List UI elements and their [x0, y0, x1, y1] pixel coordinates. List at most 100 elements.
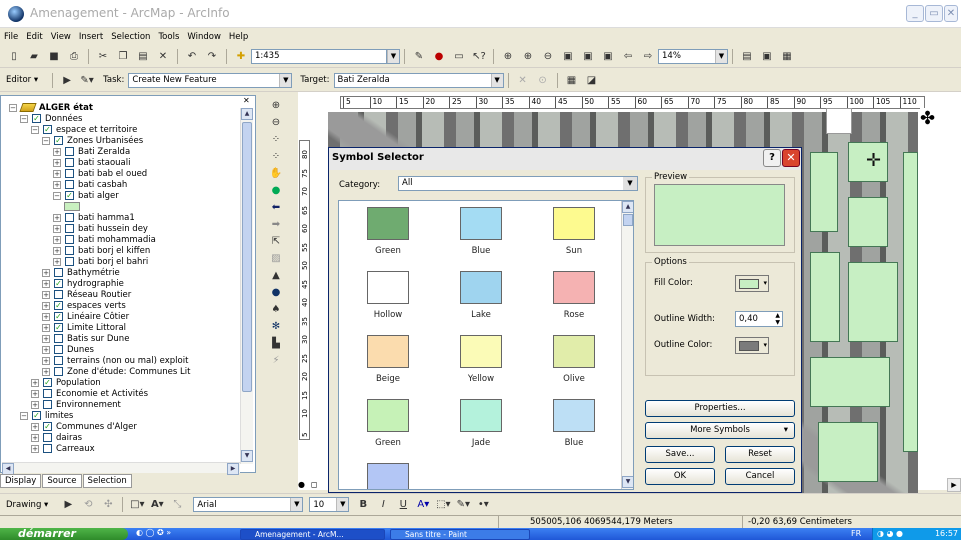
collapse-icon[interactable]: −	[20, 411, 28, 420]
layer-checkbox[interactable]	[43, 389, 52, 398]
symbol-item[interactable]: Jade	[436, 399, 526, 448]
symbol-item[interactable]	[343, 463, 433, 489]
print-icon[interactable]: ⎙	[66, 49, 82, 64]
symbol-scroll-up[interactable]: ▲	[622, 201, 633, 213]
menu-help[interactable]: Help	[229, 32, 248, 42]
language-indicator[interactable]: FR	[851, 528, 861, 540]
add-data-icon[interactable]: ✚	[233, 49, 249, 64]
toc-layer[interactable]: − ALGER état	[9, 102, 93, 113]
layer-checkbox[interactable]: ✓	[54, 301, 63, 310]
menu-edit[interactable]: Edit	[26, 32, 42, 42]
start-button[interactable]: démarrer	[0, 528, 128, 540]
expand-icon[interactable]: +	[53, 224, 61, 233]
collapse-icon[interactable]: −	[20, 114, 28, 123]
layer-checkbox[interactable]	[65, 147, 74, 156]
font-color-icon[interactable]: A▾	[415, 497, 431, 512]
command-line-icon[interactable]: ▭	[451, 49, 467, 64]
expand-icon[interactable]: +	[31, 433, 39, 442]
fill-color-button[interactable]: ▾	[735, 275, 769, 292]
bold-icon[interactable]: B	[355, 497, 371, 512]
tray-icons[interactable]: ◑ ◕ ●	[877, 529, 903, 538]
menu-window[interactable]: Window	[187, 32, 221, 42]
layer-checkbox[interactable]	[65, 224, 74, 233]
toc-layer[interactable]: − ✓ limites	[20, 410, 73, 421]
expand-icon[interactable]: +	[53, 180, 61, 189]
zoom-whole-page-icon[interactable]: ⊕	[500, 49, 516, 64]
map-scroll-right[interactable]: ▶	[947, 478, 961, 492]
expand-icon[interactable]: +	[42, 268, 50, 277]
toc-layer[interactable]: + bati mohammadia	[53, 234, 156, 245]
layer-checkbox[interactable]: ✓	[32, 114, 41, 123]
fixed-zoom-in-icon[interactable]: ▣	[580, 49, 596, 64]
fixed-zoom-out-icon[interactable]: ▣	[600, 49, 616, 64]
toc-layer[interactable]: + ✓ Population	[31, 377, 101, 388]
layer-checkbox[interactable]	[65, 158, 74, 167]
font-size-combo[interactable]: 10 ▼	[309, 497, 350, 512]
edit-tool-icon[interactable]: ▶	[59, 73, 75, 88]
font-combo[interactable]: Arial ▼	[193, 497, 304, 512]
collapse-icon[interactable]: −	[31, 125, 39, 134]
toc-layer[interactable]: + ✓ espaces verts	[42, 300, 126, 311]
expand-icon[interactable]: +	[42, 279, 50, 288]
symbol-item[interactable]: Beige	[343, 335, 433, 384]
minimize-button[interactable]: _	[906, 5, 924, 22]
save-button[interactable]: Save...	[645, 446, 715, 463]
back-extent-icon[interactable]: ⇦	[620, 49, 636, 64]
select-features-icon[interactable]: ⇱	[268, 234, 284, 249]
task-combo[interactable]: Create New Feature ▼	[128, 72, 293, 88]
help-icon[interactable]: ?	[763, 149, 781, 167]
edit-vertices-icon[interactable]: ⤡	[169, 497, 185, 512]
toc-layer[interactable]: + bati casbah	[53, 179, 127, 190]
layer-checkbox[interactable]: ✓	[65, 191, 74, 200]
toc-layer[interactable]: + Réseau Routier	[42, 289, 131, 300]
expand-icon[interactable]: +	[42, 334, 50, 343]
full-extent-globe-icon[interactable]: ●	[268, 183, 284, 198]
toc-close-icon[interactable]: ✕	[243, 96, 250, 105]
cancel-button[interactable]: Cancel	[725, 468, 795, 485]
expand-icon[interactable]: +	[53, 257, 61, 266]
toc-layer[interactable]: + Dunes	[42, 344, 94, 355]
toc-scroll-down[interactable]: ▼	[241, 450, 253, 462]
zoom-in-fixed-icon[interactable]: ⊕	[520, 49, 536, 64]
toc-layer[interactable]: + bati staouali	[53, 157, 131, 168]
toc-layer[interactable]: + terrains (non ou mal) exploit	[42, 355, 188, 366]
layer-checkbox[interactable]	[65, 169, 74, 178]
spinner-arrows-icon[interactable]: ▲ ▼	[775, 312, 780, 326]
menu-view[interactable]: View	[51, 32, 71, 42]
rotate-tool-icon[interactable]: ⊙	[535, 73, 551, 88]
text-tool-icon[interactable]: A▾	[149, 497, 165, 512]
toc-layer[interactable]: + ✓ hydrographie	[42, 278, 124, 289]
data-view-icon[interactable]: ●	[298, 480, 305, 489]
measure-icon[interactable]: ▙	[268, 336, 284, 351]
expand-icon[interactable]: +	[31, 422, 39, 431]
symbol-scroll-thumb[interactable]	[623, 214, 633, 226]
layer-checkbox[interactable]: ✓	[54, 323, 63, 332]
layer-checkbox[interactable]	[65, 213, 74, 222]
italic-icon[interactable]: I	[375, 497, 391, 512]
outline-color-button[interactable]: ▾	[735, 337, 769, 354]
paste-icon[interactable]: ▤	[135, 49, 151, 64]
back-arrow-icon[interactable]: ⬅	[268, 200, 284, 215]
expand-icon[interactable]: +	[53, 169, 61, 178]
expand-icon[interactable]: +	[53, 235, 61, 244]
dialog-close-icon[interactable]: ✕	[782, 149, 800, 167]
symbol-item[interactable]: Rose	[529, 271, 619, 320]
rectangle-tool-icon[interactable]: □▾	[129, 497, 145, 512]
redo-icon[interactable]: ↷	[204, 49, 220, 64]
identify-icon[interactable]: ●	[268, 285, 284, 300]
zoom-100-icon[interactable]: ▣	[560, 49, 576, 64]
zoom-to-selected-icon[interactable]: ✣	[100, 497, 116, 512]
menu-insert[interactable]: Insert	[79, 32, 103, 42]
layer-checkbox[interactable]: ✓	[43, 125, 52, 134]
tab-selection[interactable]: Selection	[82, 474, 132, 488]
toc-layer[interactable]: + bati hussein dey	[53, 223, 148, 234]
more-symbols-button[interactable]: More Symbols ▾	[645, 422, 795, 439]
toc-layer[interactable]: − ✓ Données	[20, 113, 82, 124]
expand-icon[interactable]: +	[42, 312, 50, 321]
layer-checkbox[interactable]: ✓	[54, 312, 63, 321]
drawing-menu[interactable]: Drawing ▾	[6, 500, 48, 510]
undo-icon[interactable]: ↶	[184, 49, 200, 64]
layer-checkbox[interactable]: ✓	[54, 136, 63, 145]
symbol-item[interactable]: Hollow	[343, 271, 433, 320]
cut-icon[interactable]: ✂	[95, 49, 111, 64]
